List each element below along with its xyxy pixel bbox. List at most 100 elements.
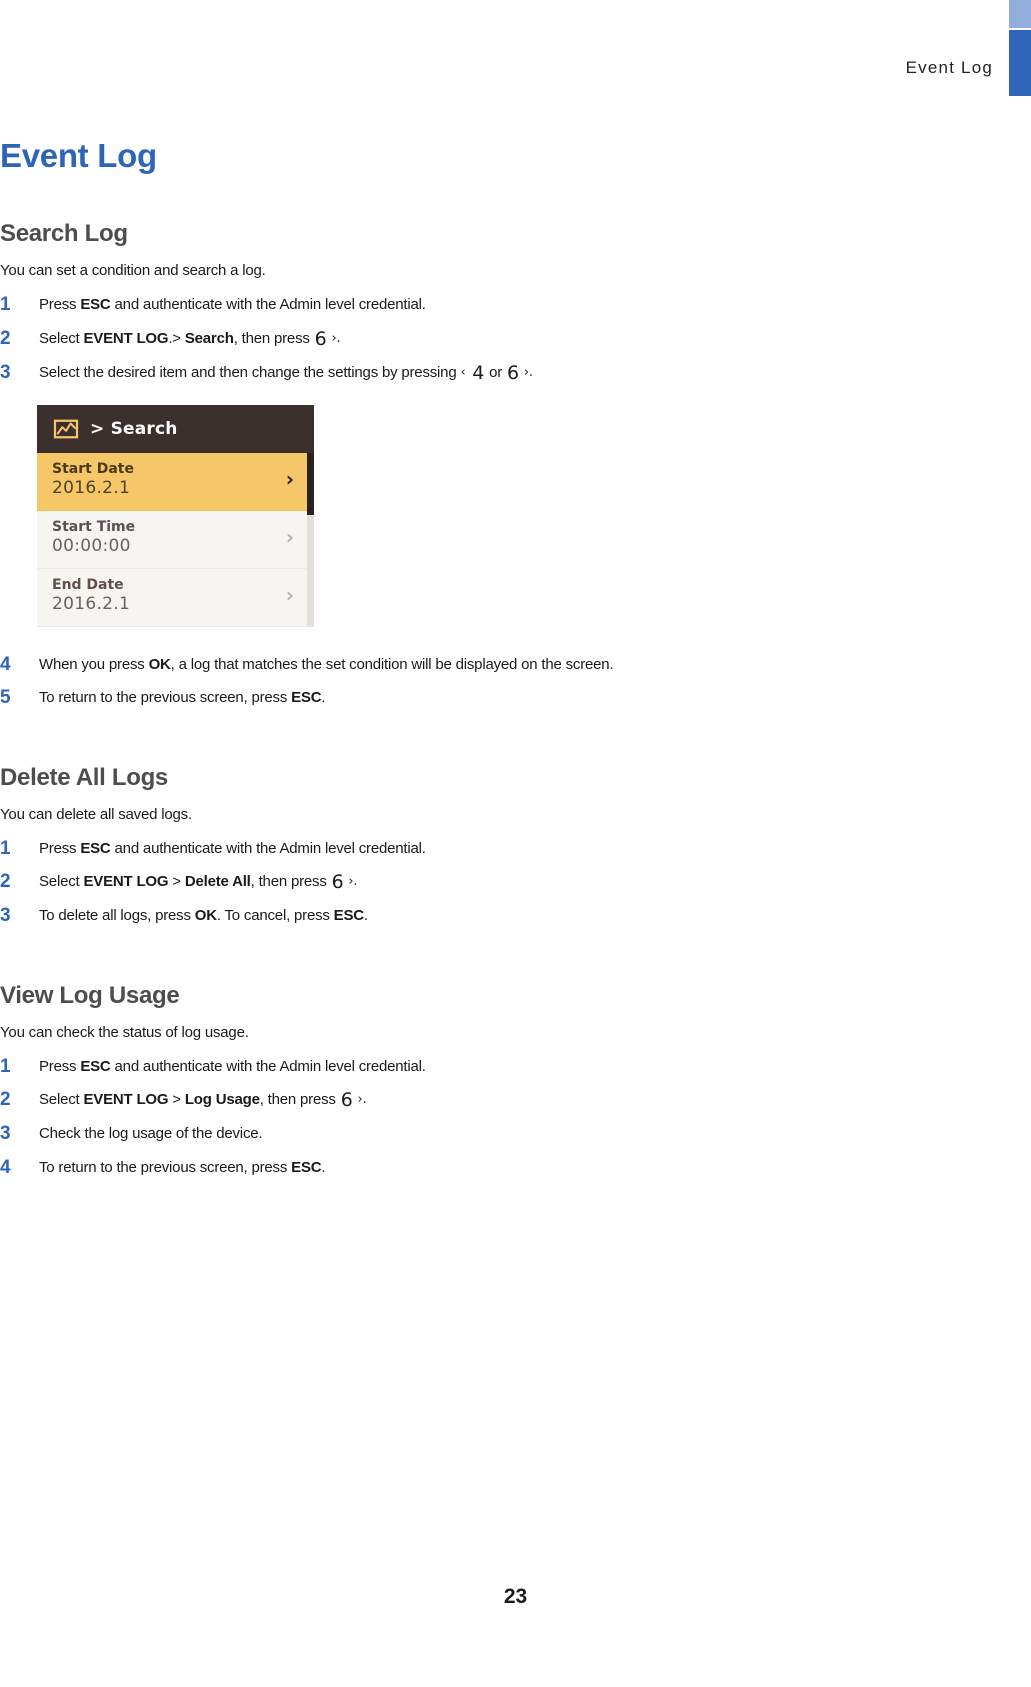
steps-list-view-log-usage: 1 Press ESC and authenticate with the Adm…	[0, 1055, 960, 1178]
step-text-bold: ESC	[80, 839, 111, 857]
step-text-run: >	[168, 873, 185, 891]
section-title-search-log: Search Log	[0, 220, 128, 248]
step-text-run: Check the log usage of the device.	[39, 1125, 263, 1143]
step-text-bold: OK	[194, 907, 217, 925]
step-text: Press ESC and authenticate with the Admi…	[39, 1058, 426, 1075]
step-text-run: , then press	[250, 873, 331, 891]
header-tab-light-marker	[1009, 0, 1031, 28]
key-glyph: 6	[331, 871, 344, 894]
header-tab-dark-marker	[1009, 30, 1031, 96]
section-title-delete-all-logs: Delete All Logs	[0, 763, 168, 791]
step-number: 2	[0, 327, 11, 349]
step-text-run: >	[168, 1091, 185, 1109]
step-text: Select EVENT LOG > Delete All, then pres…	[39, 871, 358, 894]
step-number: 5	[0, 687, 11, 709]
step-text: Select EVENT LOG > Log Usage, then press…	[39, 1089, 367, 1112]
step-item: 4 To return to the previous screen, press…	[0, 1156, 960, 1178]
device-row-label: Start Date	[52, 460, 134, 477]
step-number: 4	[0, 1156, 11, 1178]
section-title-view-log-usage: View Log Usage	[0, 981, 180, 1009]
step-text-run: . To cancel, press	[216, 907, 334, 925]
step-number: 3	[0, 905, 11, 927]
step-item: 2 Select EVENT LOG.> Search, then press 6…	[0, 327, 960, 349]
device-titlebar: > Search	[37, 404, 314, 453]
step-text-bold: ESC	[80, 1057, 111, 1075]
step-item: 3 Select the desired item and then change…	[0, 361, 960, 384]
arrow-glyph: ›.	[327, 330, 341, 346]
step-item: 3 To delete all logs, press OK. To cancel…	[0, 905, 960, 927]
step-text: Press ESC and authenticate with the Admi…	[39, 840, 426, 857]
running-header-text: Event Log	[905, 58, 993, 77]
steps-list-search-log-part2: 4 When you press OK, a log that matches t…	[0, 653, 960, 709]
step-text: Check the log usage of the device.	[39, 1125, 263, 1143]
step-number: 4	[0, 653, 11, 675]
step-text-bold: OK	[148, 655, 171, 673]
step-text-bold: EVENT LOG	[83, 329, 169, 347]
step-text-run: .	[321, 689, 326, 707]
step-text-run: , then press	[233, 329, 314, 347]
device-row-list: Start Date 2016.2.1 › Start Time 00:00:00 › En…	[37, 452, 314, 627]
device-row-start-date[interactable]: Start Date 2016.2.1 ›	[37, 452, 314, 511]
key-glyph: 4	[466, 361, 485, 384]
step-text-bold: ESC	[333, 907, 364, 925]
chevron-right-icon[interactable]: ›	[286, 469, 294, 489]
steps-list-search-log-part1: 1 Press ESC and authenticate with the Adm…	[0, 294, 960, 384]
step-item: 3 Check the log usage of the device.	[0, 1123, 960, 1145]
step-number: 3	[0, 1123, 11, 1145]
step-text-run: and authenticate with the Admin level cr…	[110, 839, 426, 857]
device-row-start-time[interactable]: Start Time 00:00:00 ›	[37, 510, 314, 569]
step-text-bold: ESC	[291, 689, 322, 707]
step-item: 2 Select EVENT LOG > Log Usage, then pres…	[0, 1089, 960, 1112]
step-text-run: Select	[39, 1091, 84, 1109]
step-text-run: or	[485, 363, 507, 381]
step-number: 2	[0, 1089, 11, 1111]
step-text: To return to the previous screen, press …	[39, 1158, 326, 1176]
document-page: Event Log Event Log Search Log You can s…	[0, 0, 1031, 1687]
step-text-run: Select	[39, 873, 84, 891]
device-row-end-date[interactable]: End Date 2016.2.1 ›	[37, 568, 314, 627]
page-title: Event Log	[0, 137, 157, 174]
step-text-bold: EVENT LOG	[83, 1091, 169, 1109]
step-item: 1 Press ESC and authenticate with the Adm…	[0, 294, 960, 315]
device-titlebar-text: > Search	[90, 418, 178, 439]
step-item: 5 To return to the previous screen, press…	[0, 687, 960, 709]
key-glyph: 6	[507, 361, 519, 384]
arrow-glyph: ›.	[353, 1092, 367, 1108]
step-text-run: and authenticate with the Admin level cr…	[110, 296, 426, 314]
device-row-value: 2016.2.1	[52, 478, 131, 499]
step-text-bold: Search	[184, 329, 234, 347]
section-intro-view-log-usage: You can check the status of log usage.	[0, 1023, 249, 1041]
step-text: Press ESC and authenticate with the Admi…	[39, 296, 426, 313]
key-glyph: 6	[340, 1089, 353, 1112]
step-text-run: Press	[39, 1057, 81, 1075]
step-item: 1 Press ESC and authenticate with the Adm…	[0, 838, 960, 859]
step-text: Select the desired item and then change …	[39, 361, 533, 384]
step-text: When you press OK, a log that matches th…	[39, 655, 614, 673]
step-number: 1	[0, 1055, 11, 1077]
step-text-run: and authenticate with the Admin level cr…	[110, 1057, 426, 1075]
step-text-bold: ESC	[291, 1158, 322, 1176]
chevron-right-icon[interactable]: ›	[286, 585, 294, 605]
chevron-right-icon[interactable]: ›	[286, 527, 294, 547]
arrow-glyph: ›.	[344, 874, 358, 890]
step-item: 2 Select EVENT LOG > Delete All, then pre…	[0, 871, 960, 894]
step-number: 2	[0, 871, 11, 893]
step-text-bold: ESC	[80, 296, 111, 314]
device-row-value: 2016.2.1	[52, 594, 131, 615]
device-row-value: 00:00:00	[52, 536, 131, 557]
step-text-bold: Delete All	[184, 873, 251, 891]
step-text: Select EVENT LOG.> Search, then press 6 …	[39, 329, 341, 348]
step-text-run: To return to the previous screen, press	[39, 689, 292, 707]
step-text-run: .	[363, 907, 368, 925]
steps-list-delete-all-logs: 1 Press ESC and authenticate with the Adm…	[0, 838, 960, 927]
step-text-run: , then press	[259, 1091, 340, 1109]
step-text-run: Press	[39, 839, 81, 857]
device-screenshot-search: > Search Start Date 2016.2.1 › Start Time 00…	[37, 404, 314, 627]
step-text-run: Press	[39, 296, 81, 314]
device-scrollbar-thumb[interactable]	[307, 452, 314, 515]
step-text-bold: EVENT LOG	[83, 873, 169, 891]
step-text-run: Select the desired item and then change …	[39, 363, 461, 381]
step-item: 1 Press ESC and authenticate with the Adm…	[0, 1055, 960, 1077]
step-text-run: , a log that matches the set condition w…	[170, 655, 614, 673]
arrow-glyph: ›.	[519, 364, 533, 380]
